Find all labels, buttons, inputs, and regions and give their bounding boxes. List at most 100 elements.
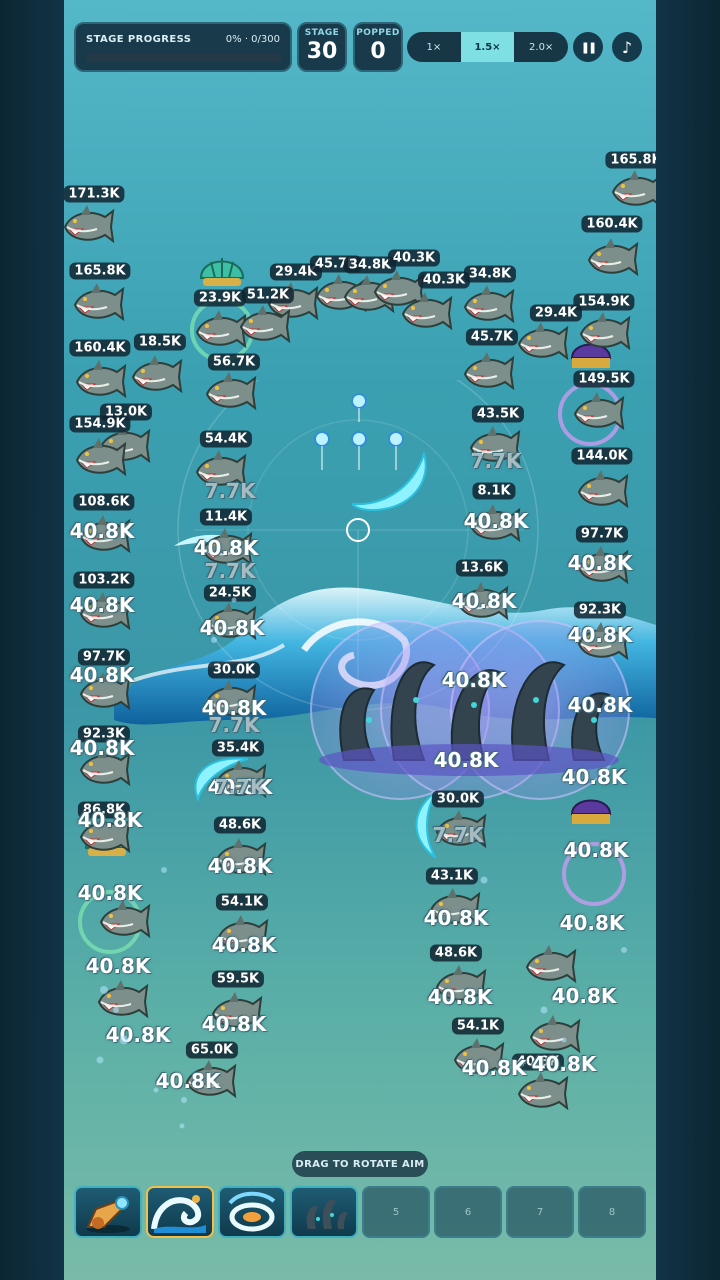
shark-hp-label: 59.5K xyxy=(211,970,265,988)
right-letterbox xyxy=(656,0,720,1280)
water-bubble xyxy=(119,1035,129,1045)
shark-hp-label: 149.5K xyxy=(573,370,635,388)
shark-enemy xyxy=(571,388,625,436)
damage-number: 7.7K xyxy=(214,775,266,799)
weapon-hotbar: 5 6 7 8 xyxy=(74,1186,646,1238)
hotbar-slot-kraken[interactable] xyxy=(290,1186,358,1238)
shark-hp-label: 30.0K xyxy=(431,790,485,808)
shark-hp-label: 18.5K xyxy=(133,333,187,351)
hotbar-slot-empty[interactable]: 5 xyxy=(362,1186,430,1238)
hotbar-slot-whirlpool[interactable] xyxy=(218,1186,286,1238)
music-button[interactable]: ♪ xyxy=(612,32,642,62)
damage-number: 40.8K xyxy=(559,911,625,935)
shark-enemy xyxy=(515,318,569,366)
left-letterbox xyxy=(0,0,64,1280)
damage-number: 7.7K xyxy=(470,449,522,473)
shark-hp-label: 54.1K xyxy=(451,1017,505,1035)
water-bubble xyxy=(231,597,237,603)
shark-hp-label: 40.3K xyxy=(417,271,471,289)
shark-hp-label: 154.9K xyxy=(69,415,131,433)
shark-hp-label: 29.4K xyxy=(529,304,583,322)
damage-number: 40.8K xyxy=(155,1069,221,1093)
speed-1x-button[interactable]: 1× xyxy=(407,32,461,62)
shark-enemy xyxy=(461,281,515,329)
damage-number: 40.8K xyxy=(201,1012,267,1036)
shark-hp-label: 108.6K xyxy=(73,493,135,511)
water-bubble xyxy=(179,1123,185,1129)
game-stage[interactable]: 165.8K171.3K160.4K165.8K29.4K45.7K34.8K4… xyxy=(64,0,656,1280)
pause-button[interactable]: ❚❚ xyxy=(573,32,603,62)
damage-number: 40.8K xyxy=(433,748,499,772)
shark-hp-label: 24.5K xyxy=(203,584,257,602)
stage-value: 30 xyxy=(306,39,338,64)
shark-hp-label: 160.4K xyxy=(69,339,131,357)
hotbar-slot-empty[interactable]: 6 xyxy=(434,1186,502,1238)
treasure-chest-icon xyxy=(570,799,612,824)
shark-hp-label: 56.7K xyxy=(207,353,261,371)
shark-hp-label: 154.9K xyxy=(573,293,635,311)
shark-hp-label: 30.0K xyxy=(207,661,261,679)
shark-hp-label: 51.2K xyxy=(241,286,295,304)
wave-icon xyxy=(151,1195,206,1233)
damage-number: 40.8K xyxy=(451,589,517,613)
damage-number: 40.8K xyxy=(463,509,529,533)
water-bubble xyxy=(113,1007,119,1013)
damage-number: 40.8K xyxy=(69,663,135,687)
damage-number: 40.8K xyxy=(567,623,633,647)
shark-hp-label: 23.9K xyxy=(193,289,247,307)
shark-hp-label: 43.1K xyxy=(425,867,479,885)
stage-label: STAGE xyxy=(304,28,340,38)
shark-enemy xyxy=(73,434,127,482)
water-bubble xyxy=(100,986,108,994)
shark-enemy xyxy=(71,279,125,327)
hotbar-slot-empty[interactable]: 8 xyxy=(578,1186,646,1238)
damage-number: 40.8K xyxy=(85,954,151,978)
damage-number: 40.8K xyxy=(207,854,273,878)
shark-enemy xyxy=(585,234,639,282)
damage-number: 40.8K xyxy=(423,906,489,930)
shark-hp-label: 103.2K xyxy=(73,571,135,589)
shark-hp-label: 34.8K xyxy=(463,265,517,283)
shark-hp-label: 160.4K xyxy=(581,215,643,233)
hotbar-slot-cannon[interactable] xyxy=(74,1186,142,1238)
shark-hp-label: 144.0K xyxy=(571,447,633,465)
progress-title: STAGE PROGRESS xyxy=(86,34,192,45)
music-note-icon: ♪ xyxy=(621,37,633,57)
shark-hp-label: 48.6K xyxy=(429,944,483,962)
bubble-projectile xyxy=(351,393,367,422)
damage-number: 40.8K xyxy=(441,668,507,692)
damage-number: 40.8K xyxy=(69,593,135,617)
damage-number: 7.7K xyxy=(432,823,484,847)
damage-number: 40.8K xyxy=(427,985,493,1009)
water-bubble xyxy=(621,947,627,953)
whirlpool-icon xyxy=(228,1191,276,1232)
damage-number: 7.7K xyxy=(204,479,256,503)
damage-number: 7.7K xyxy=(208,713,260,737)
hotbar-slot-wave[interactable] xyxy=(146,1186,214,1238)
water-bubble xyxy=(540,1006,548,1014)
shark-hp-label: 165.8K xyxy=(605,151,656,169)
water-bubble xyxy=(161,867,167,873)
shark-enemy xyxy=(95,976,149,1024)
shark-enemy xyxy=(129,351,183,399)
water-bubble xyxy=(211,637,217,643)
shark-enemy xyxy=(575,466,629,514)
shark-hp-label: 43.5K xyxy=(471,405,525,423)
shark-hp-label: 13.6K xyxy=(455,559,509,577)
damage-number: 40.8K xyxy=(199,616,265,640)
hotbar-slot-empty[interactable]: 7 xyxy=(506,1186,574,1238)
shark-enemy xyxy=(609,166,656,214)
pause-icon: ❚❚ xyxy=(580,40,598,54)
damage-number: 40.8K xyxy=(531,1052,597,1076)
shark-enemy xyxy=(237,301,291,349)
shark-hp-label: 165.8K xyxy=(69,262,131,280)
speed-selector: 1× 1.5× 2.0× xyxy=(407,32,568,62)
damage-number: 40.8K xyxy=(105,1023,171,1047)
shark-hp-label: 54.1K xyxy=(215,893,269,911)
shark-hp-label: 45.7K xyxy=(465,328,519,346)
speed-2x-button[interactable]: 2.0× xyxy=(514,32,568,62)
shark-hp-label: 97.7K xyxy=(575,525,629,543)
water-bubble xyxy=(561,1037,567,1043)
speed-1-5x-button[interactable]: 1.5× xyxy=(460,32,515,62)
shark-enemy xyxy=(461,348,515,396)
